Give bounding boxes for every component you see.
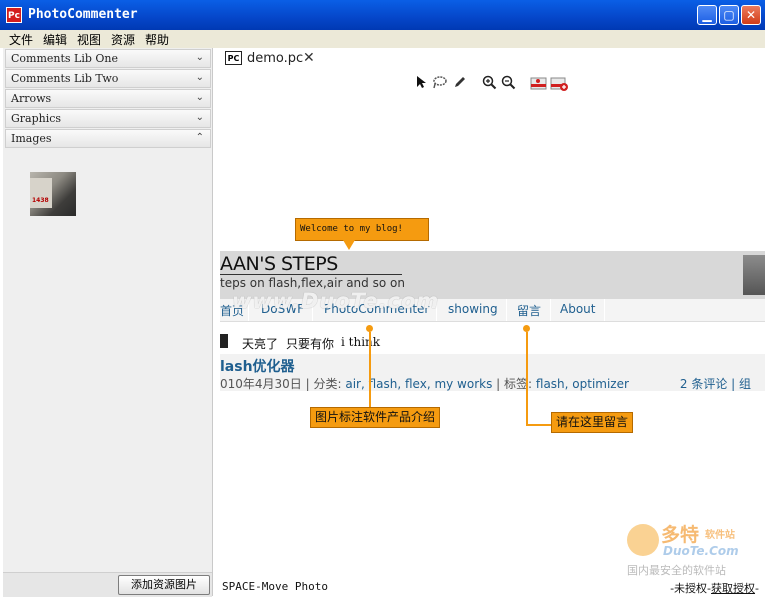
nav-separator — [604, 299, 605, 321]
post-date: 010年4月30日 | 分类: — [220, 377, 346, 391]
menu-resources[interactable]: 资源 — [111, 31, 135, 48]
window-title: PhotoCommenter — [28, 7, 138, 22]
section-label: Graphics — [11, 112, 62, 125]
site-watermark-logo: 多特 软件站 DuoTe.Com 国内最安全的软件站 — [627, 518, 757, 580]
notice-text: i think — [341, 335, 381, 349]
close-icon: ✕ — [745, 8, 757, 22]
editor-area: PC demo.pc ✕ Welcome to my blog! AAN'S S… — [213, 48, 765, 600]
notice-row: 天亮了 只要有你 i think — [220, 332, 765, 352]
post-title: lash优化器 — [220, 359, 295, 375]
annotation-leader-line — [526, 332, 528, 426]
get-license-link[interactable]: 获取授权 — [711, 582, 755, 595]
pen-tool-button[interactable] — [451, 75, 468, 92]
section-images[interactable]: Images ⌃ — [5, 129, 211, 148]
menu-view[interactable]: 视图 — [77, 31, 101, 48]
blog-subtitle: teps on flash,flex,air and so on — [220, 276, 405, 290]
annotated-photo[interactable]: AAN'S STEPS teps on flash,flex,air and s… — [220, 251, 765, 391]
menu-bar: 文件 编辑 视图 资源 帮助 — [0, 30, 765, 48]
minimize-button[interactable]: ▁ — [697, 5, 717, 25]
post-meta: 010年4月30日 | 分类: air, flash, flex, my wor… — [220, 375, 629, 392]
document-icon: PC — [225, 51, 242, 65]
post-categories: air, flash, flex, my works — [345, 377, 493, 391]
thumbnail-text: 1438 — [32, 197, 49, 204]
add-photo-button[interactable] — [550, 75, 568, 92]
blog-nav-guestbook: 留言 — [517, 304, 542, 318]
post-tags: flash, optimizer — [535, 377, 629, 391]
pointer-icon — [416, 76, 426, 88]
chevron-down-icon: ⌄ — [195, 112, 204, 123]
notice-text: 天亮了 — [242, 337, 279, 351]
blog-title: AAN'S STEPS — [220, 253, 338, 275]
title-bar: Pc PhotoCommenter ▁ ▢ ✕ — [0, 0, 765, 30]
license-status: -未授权-获取授权- — [670, 580, 759, 596]
panel-footer: 添加资源图片 — [3, 572, 212, 597]
notice-text: 只要有你 — [286, 337, 335, 351]
tab-label: demo.pc — [247, 51, 304, 66]
remove-photo-icon — [530, 77, 547, 90]
menu-edit[interactable]: 编辑 — [43, 31, 67, 48]
section-label: Images — [11, 132, 52, 145]
section-arrows[interactable]: Arrows ⌄ — [5, 89, 211, 108]
lasso-icon — [433, 76, 447, 89]
lasso-tool-button[interactable] — [431, 75, 448, 92]
add-resource-image-button[interactable]: 添加资源图片 — [118, 575, 210, 595]
status-hint: SPACE-Move Photo — [222, 580, 328, 593]
logo-url: DuoTe.Com — [663, 544, 739, 558]
banner-underline — [220, 274, 402, 275]
section-label: Arrows — [11, 92, 52, 105]
tab-close-icon[interactable]: ✕ — [303, 50, 315, 66]
image-thumbnail[interactable]: 1438 — [30, 172, 76, 216]
annotation-leader-line — [526, 424, 552, 426]
zoom-out-icon — [501, 75, 516, 90]
section-comments-lib-two[interactable]: Comments Lib Two ⌄ — [5, 69, 211, 88]
duote-watermark: www.DuoTe.com — [232, 289, 440, 313]
speech-bubble-annotation[interactable]: Welcome to my blog! — [295, 218, 429, 241]
logo-mascot-icon — [627, 524, 659, 556]
select-tool-button[interactable] — [413, 75, 430, 92]
blog-nav-about: About — [560, 302, 596, 316]
post-tags-label: | 标签: — [492, 377, 536, 391]
blog-post: lash优化器 010年4月30日 | 分类: air, flash, flex… — [220, 354, 765, 391]
section-label: Comments Lib One — [11, 52, 119, 65]
logo-tagline: 国内最安全的软件站 — [627, 564, 726, 577]
annotation-note-product-intro[interactable]: 图片标注软件产品介绍 — [310, 407, 441, 428]
pen-icon — [454, 77, 465, 87]
license-prefix: -未授权- — [670, 582, 712, 595]
nav-separator — [550, 299, 551, 321]
maximize-button[interactable]: ▢ — [719, 5, 739, 25]
chevron-up-icon: ⌃ — [195, 132, 204, 143]
remove-photo-button[interactable] — [530, 75, 547, 92]
menu-help[interactable]: 帮助 — [145, 31, 169, 48]
section-label: Comments Lib Two — [11, 72, 119, 85]
nav-separator — [506, 299, 507, 321]
post-comments: 2 条评论 | 组 — [679, 377, 751, 391]
zoom-out-button[interactable] — [500, 75, 517, 92]
chevron-down-icon: ⌄ — [195, 52, 204, 63]
close-button[interactable]: ✕ — [741, 5, 761, 25]
bubble-tail — [343, 240, 355, 250]
blog-nav-showing: showing — [448, 302, 498, 316]
annotation-leader-line — [369, 332, 371, 408]
section-comments-lib-one[interactable]: Comments Lib One ⌄ — [5, 49, 211, 68]
menu-file[interactable]: 文件 — [9, 31, 33, 48]
banner-image — [743, 255, 765, 295]
section-graphics[interactable]: Graphics ⌄ — [5, 109, 211, 128]
license-suffix: - — [755, 582, 759, 595]
logo-text-small: 软件站 — [705, 530, 735, 541]
maximize-icon: ▢ — [723, 8, 735, 22]
add-photo-icon — [550, 77, 568, 91]
minimize-icon: ▁ — [702, 8, 712, 22]
logo-text: 多特 — [661, 524, 700, 546]
chevron-down-icon: ⌄ — [195, 92, 204, 103]
annotation-note-leave-message[interactable]: 请在这里留言 — [551, 412, 634, 433]
notice-marker — [220, 334, 228, 348]
resource-panel: Comments Lib One ⌄ Comments Lib Two ⌄ Ar… — [3, 48, 213, 597]
zoom-in-icon — [482, 75, 497, 90]
zoom-in-button[interactable] — [481, 75, 498, 92]
app-icon: Pc — [6, 7, 22, 23]
chevron-down-icon: ⌄ — [195, 72, 204, 83]
